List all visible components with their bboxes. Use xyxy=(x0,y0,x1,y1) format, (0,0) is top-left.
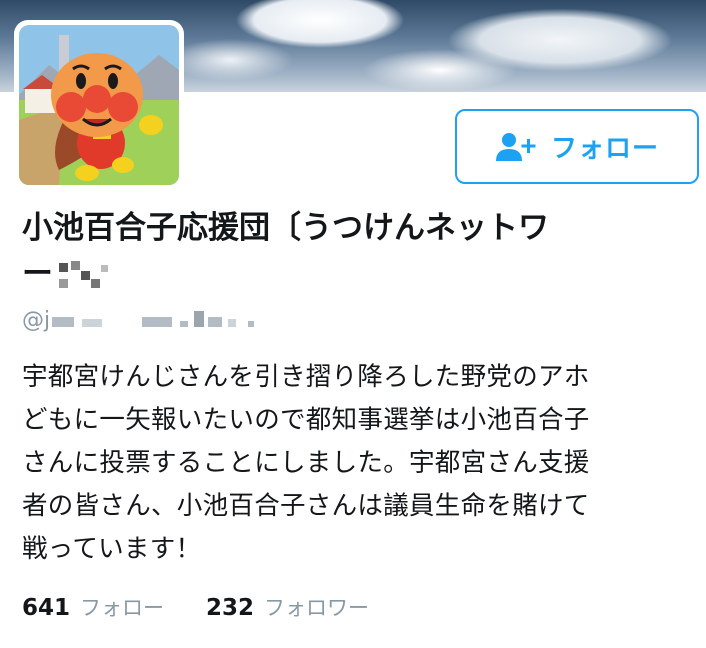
follow-button[interactable]: フォロー xyxy=(455,109,699,184)
following-label: フォロー xyxy=(80,596,165,620)
following-count: 641 xyxy=(22,595,71,621)
avatar-image xyxy=(19,25,179,185)
display-name-line-2-text: ー xyxy=(22,256,53,292)
profile-bio: 宇都宮けんじさんを引き摺り降ろした野党のアホ どもに一矢報いたいので都知事選挙は… xyxy=(22,356,692,571)
add-user-icon xyxy=(495,132,536,161)
followers-label: フォロワー xyxy=(264,596,370,620)
display-name: 小池百合子応援団〔うつけんネットワ ー xyxy=(22,205,692,297)
display-name-line-2: ー xyxy=(22,251,692,297)
profile-avatar[interactable] xyxy=(14,20,184,190)
profile-stats: 641 フォロー 232 フォロワー xyxy=(22,592,369,622)
redacted-name-mosaic xyxy=(57,260,117,291)
display-name-line-1: 小池百合子応援団〔うつけんネットワ xyxy=(22,210,549,246)
bio-line: さんに投票することにしました。宇都宮さん支援 xyxy=(22,448,590,478)
followers-count: 232 xyxy=(206,595,255,621)
bio-line: どもに一矢報いたいので都知事選挙は小池百合子 xyxy=(22,405,590,435)
account-handle: @j xyxy=(22,308,282,333)
following-stat[interactable]: 641 フォロー xyxy=(22,592,164,622)
handle-prefix: @j xyxy=(22,308,51,333)
bio-line: 戦っています！ xyxy=(22,534,202,564)
bio-line: 宇都宮けんじさんを引き摺り降ろした野党のアホ xyxy=(22,362,590,392)
bio-line: 者の皆さん、小池百合子さんは議員生命を賭けて xyxy=(22,491,590,521)
followers-stat[interactable]: 232 フォロワー xyxy=(206,592,369,622)
follow-button-label: フォロー xyxy=(550,134,659,164)
redacted-handle-mosaic xyxy=(52,309,282,333)
